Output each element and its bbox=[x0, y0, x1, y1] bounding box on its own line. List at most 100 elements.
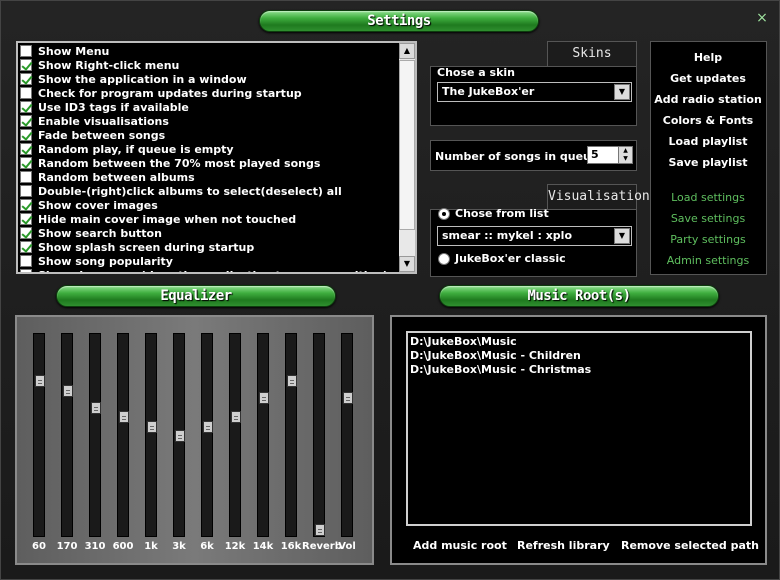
stepper-up-icon[interactable]: ▲ bbox=[618, 147, 632, 155]
menu-load-settings[interactable]: Load settings bbox=[651, 191, 765, 204]
checklist-item[interactable]: Show splash screen during startup bbox=[20, 240, 400, 254]
radio-chose-from-list[interactable]: Chose from list bbox=[438, 207, 549, 220]
checkbox-checked-icon[interactable] bbox=[20, 143, 32, 155]
radio-off-icon[interactable] bbox=[438, 252, 450, 265]
slider-thumb-icon[interactable] bbox=[119, 411, 129, 424]
checkbox-checked-icon[interactable] bbox=[20, 73, 32, 85]
checkbox-checked-icon[interactable] bbox=[20, 59, 32, 71]
checklist-item[interactable]: Random between albums bbox=[20, 170, 400, 184]
checklist-item[interactable]: Show cover images bbox=[20, 198, 400, 212]
radio-jukeboxer-classic[interactable]: JukeBox'er classic bbox=[438, 252, 566, 265]
scroll-down-icon[interactable]: ▼ bbox=[399, 256, 415, 272]
music-root-item[interactable]: D:\JukeBox\Music - Children bbox=[410, 349, 748, 363]
menu-add-radio-station[interactable]: Add radio station bbox=[651, 93, 765, 106]
slider-thumb-icon[interactable] bbox=[35, 375, 45, 388]
checklist-item[interactable]: Hide main cover image when not touched bbox=[20, 212, 400, 226]
visualisations-panel: Chose from list smear :: mykel : xplo ▼ … bbox=[430, 207, 637, 277]
menu-save-playlist[interactable]: Save playlist bbox=[651, 156, 765, 169]
eq-slider-vol[interactable] bbox=[341, 333, 353, 537]
checklist-item[interactable]: Random between the 70% most played songs bbox=[20, 156, 400, 170]
eq-slider-3k[interactable] bbox=[173, 333, 185, 537]
slider-thumb-icon[interactable] bbox=[175, 430, 185, 442]
slider-thumb-icon[interactable] bbox=[287, 375, 297, 388]
scroll-thumb[interactable] bbox=[399, 60, 415, 230]
eq-slider-60[interactable] bbox=[33, 333, 45, 537]
radio-chose-from-list-label: Chose from list bbox=[455, 207, 549, 220]
radio-on-icon[interactable] bbox=[438, 207, 450, 220]
checklist-item[interactable]: Show search button bbox=[20, 226, 400, 240]
remove-selected-path-button[interactable]: Remove selected path bbox=[621, 539, 759, 552]
refresh-library-button[interactable]: Refresh library bbox=[517, 539, 610, 552]
music-root-list[interactable]: D:\JukeBox\Music D:\JukeBox\Music - Child… bbox=[406, 331, 752, 526]
checkbox-checked-icon[interactable] bbox=[20, 241, 32, 253]
music-root-item[interactable]: D:\JukeBox\Music - Christmas bbox=[410, 363, 748, 377]
slider-thumb-icon[interactable] bbox=[91, 401, 101, 414]
eq-slider-1k[interactable] bbox=[145, 333, 157, 537]
menu-save-settings[interactable]: Save settings bbox=[651, 212, 765, 225]
stepper-down-icon[interactable]: ▼ bbox=[618, 155, 632, 163]
close-icon[interactable]: × bbox=[755, 11, 769, 25]
checkbox-unchecked-icon[interactable] bbox=[20, 269, 32, 272]
checkbox-unchecked-icon[interactable] bbox=[20, 185, 32, 197]
slider-thumb-icon[interactable] bbox=[259, 392, 269, 405]
eq-slider-600[interactable] bbox=[117, 333, 129, 537]
menu-admin-settings[interactable]: Admin settings bbox=[651, 254, 765, 267]
eq-slider-14k[interactable] bbox=[257, 333, 269, 537]
checkbox-checked-icon[interactable] bbox=[20, 115, 32, 127]
checklist-item[interactable]: Show the application in a window bbox=[20, 72, 400, 86]
checklist-item-label: Enable visualisations bbox=[38, 114, 169, 128]
tab-visualisations[interactable]: Visualisations bbox=[547, 184, 658, 210]
slider-thumb-icon[interactable] bbox=[203, 420, 213, 433]
checkbox-checked-icon[interactable] bbox=[20, 129, 32, 141]
checkbox-checked-icon[interactable] bbox=[20, 157, 32, 169]
menu-load-playlist[interactable]: Load playlist bbox=[651, 135, 765, 148]
checkbox-unchecked-icon[interactable] bbox=[20, 255, 32, 267]
slider-thumb-icon[interactable] bbox=[147, 420, 157, 433]
checklist-item[interactable]: Show Menu bbox=[20, 44, 400, 58]
checkbox-checked-icon[interactable] bbox=[20, 213, 32, 225]
checkbox-checked-icon[interactable] bbox=[20, 101, 32, 113]
slider-thumb-icon[interactable] bbox=[315, 524, 325, 536]
chevron-down-icon[interactable]: ▼ bbox=[614, 84, 630, 100]
chevron-down-icon[interactable]: ▼ bbox=[614, 228, 630, 244]
eq-slider-reverb[interactable] bbox=[313, 333, 325, 537]
eq-slider-12k[interactable] bbox=[229, 333, 241, 537]
checklist-scrollbar[interactable]: ▲ ▼ bbox=[399, 43, 415, 272]
checklist-item[interactable]: Show Right-click menu bbox=[20, 58, 400, 72]
checklist-item[interactable]: Show song popularity bbox=[20, 254, 400, 268]
checkbox-checked-icon[interactable] bbox=[20, 199, 32, 211]
checklist-item[interactable]: Random play, if queue is empty bbox=[20, 142, 400, 156]
checklist-item-label: Check for program updates during startup bbox=[38, 86, 302, 100]
checkbox-unchecked-icon[interactable] bbox=[20, 171, 32, 183]
eq-slider-170[interactable] bbox=[61, 333, 73, 537]
checkbox-unchecked-icon[interactable] bbox=[20, 45, 32, 57]
slider-thumb-icon[interactable] bbox=[231, 411, 241, 424]
checkbox-checked-icon[interactable] bbox=[20, 227, 32, 239]
menu-help[interactable]: Help bbox=[651, 51, 765, 64]
checklist-item[interactable]: Show drag zone (drag the application to … bbox=[20, 268, 400, 272]
menu-party-settings[interactable]: Party settings bbox=[651, 233, 765, 246]
tab-skins[interactable]: Skins bbox=[547, 41, 637, 67]
slider-thumb-icon[interactable] bbox=[343, 392, 353, 405]
checklist-item[interactable]: Fade between songs bbox=[20, 128, 400, 142]
checklist-item[interactable]: Check for program updates during startup bbox=[20, 86, 400, 100]
checklist-item[interactable]: Enable visualisations bbox=[20, 114, 400, 128]
checklist-items: Show Menu Show Right-click menu Show the a… bbox=[20, 44, 400, 272]
eq-slider-6k[interactable] bbox=[201, 333, 213, 537]
eq-slider-16k[interactable] bbox=[285, 333, 297, 537]
slider-thumb-icon[interactable] bbox=[63, 384, 73, 397]
menu-get-updates[interactable]: Get updates bbox=[651, 72, 765, 85]
checklist-item[interactable]: Double-(right)click albums to select(des… bbox=[20, 184, 400, 198]
eq-slider-310[interactable] bbox=[89, 333, 101, 537]
checklist-item-label: Show the application in a window bbox=[38, 72, 247, 86]
checklist-item-label: Show Menu bbox=[38, 44, 110, 58]
checkbox-unchecked-icon[interactable] bbox=[20, 87, 32, 99]
checklist-item[interactable]: Use ID3 tags if available bbox=[20, 100, 400, 114]
music-root-item[interactable]: D:\JukeBox\Music bbox=[410, 335, 748, 349]
skin-select[interactable]: The JukeBox'er ▼ bbox=[437, 82, 632, 102]
menu-colors-fonts[interactable]: Colors & Fonts bbox=[651, 114, 765, 127]
scroll-up-icon[interactable]: ▲ bbox=[399, 43, 415, 59]
visualisation-select[interactable]: smear :: mykel : xplo ▼ bbox=[437, 226, 632, 246]
queue-stepper[interactable]: 5 ▲ ▼ bbox=[587, 146, 633, 164]
add-music-root-button[interactable]: Add music root bbox=[413, 539, 507, 552]
